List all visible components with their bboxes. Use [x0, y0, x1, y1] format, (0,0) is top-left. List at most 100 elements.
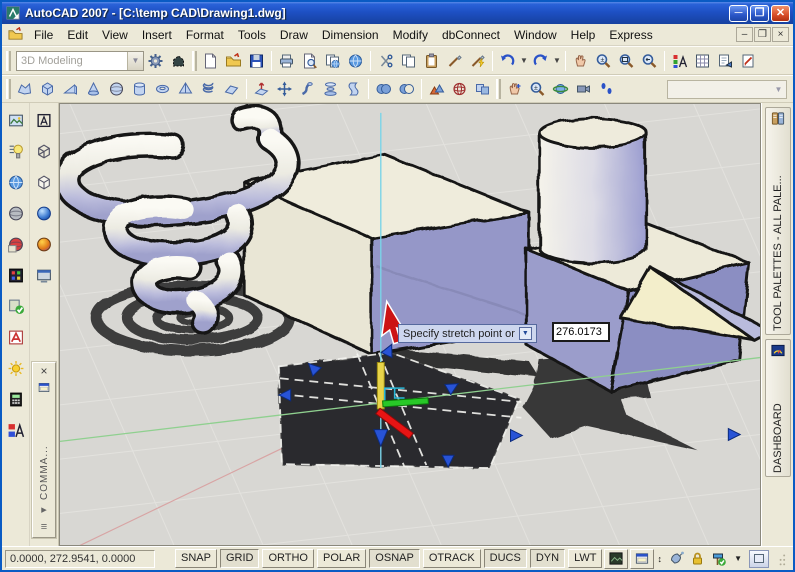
zoom-window-button[interactable] — [615, 50, 638, 72]
plot-button[interactable] — [275, 50, 298, 72]
cut-button[interactable] — [374, 50, 397, 72]
union-button[interactable] — [372, 78, 395, 100]
zoom-realtime-button[interactable]: ± — [592, 50, 615, 72]
workspace-settings-button[interactable] — [144, 50, 167, 72]
qnew-button[interactable] — [199, 50, 222, 72]
lwt-toggle[interactable]: LWT — [568, 549, 602, 568]
torus-button[interactable] — [151, 78, 174, 100]
sheet-set-manager-button[interactable] — [714, 50, 737, 72]
otrack-toggle[interactable]: OTRACK — [423, 549, 481, 568]
menu-file[interactable]: File — [27, 26, 60, 44]
clean-screen-button[interactable] — [749, 550, 769, 568]
materials-button[interactable] — [4, 200, 28, 227]
subtract-button[interactable] — [395, 78, 418, 100]
3d-mesh-button[interactable] — [448, 78, 471, 100]
menu-edit[interactable]: Edit — [60, 26, 95, 44]
menu-dbconnect[interactable]: dbConnect — [435, 26, 507, 44]
visualstyle-3dwireframe-button[interactable] — [32, 138, 56, 165]
wedge-button[interactable] — [59, 78, 82, 100]
polysolid-button[interactable] — [13, 78, 36, 100]
visualstyle-realistic-button[interactable] — [32, 231, 56, 258]
menu-express[interactable]: Express — [602, 26, 659, 44]
redo-dropdown[interactable]: ▼ — [552, 50, 562, 72]
constrained-orbit-button[interactable] — [549, 78, 572, 100]
osnap-toggle[interactable]: OSNAP — [369, 549, 420, 568]
extrude-button[interactable] — [250, 78, 273, 100]
status-updown-icon[interactable]: ↕ — [657, 554, 662, 564]
dyn-toggle[interactable]: DYN — [530, 549, 565, 568]
views-dropdown[interactable]: ▼ — [667, 80, 787, 99]
3d-align-button[interactable] — [425, 78, 448, 100]
toolbar-grip[interactable] — [496, 79, 501, 99]
tool-palettes-button[interactable] — [691, 50, 714, 72]
auto-hide-icon[interactable]: ▸ — [41, 504, 47, 517]
paste-button[interactable] — [420, 50, 443, 72]
markup-set-manager-button[interactable] — [737, 50, 760, 72]
planar-surface-button[interactable] — [220, 78, 243, 100]
swivel-button[interactable] — [572, 78, 595, 100]
walk-button[interactable] — [595, 78, 618, 100]
coordinates-readout[interactable]: 0.0000, 272.9541, 0.0000 — [5, 550, 155, 568]
maximize-button[interactable]: ❐ — [750, 5, 769, 22]
open-button[interactable] — [222, 50, 245, 72]
undo-dropdown[interactable]: ▼ — [519, 50, 529, 72]
3d-move-button[interactable] — [273, 78, 296, 100]
autocad-block-button[interactable] — [4, 324, 28, 351]
geographic-location-button[interactable] — [4, 169, 28, 196]
menu-help[interactable]: Help — [564, 26, 603, 44]
doc-restore-button[interactable]: ❐ — [754, 27, 771, 42]
helix-button[interactable] — [197, 78, 220, 100]
render-window-button[interactable] — [4, 293, 28, 320]
menu-tools[interactable]: Tools — [231, 26, 273, 44]
render-button[interactable] — [4, 107, 28, 134]
snap-toggle[interactable]: SNAP — [175, 549, 217, 568]
toolbar-grip[interactable] — [6, 51, 11, 71]
down-arrow-icon[interactable]: ▼ — [519, 327, 532, 340]
toolbar-lock-icon[interactable] — [689, 551, 706, 567]
polar-toggle[interactable]: POLAR — [317, 549, 366, 568]
model-space-button[interactable] — [604, 549, 628, 569]
ortho-toggle[interactable]: ORTHO — [262, 549, 314, 568]
plot-preview-button[interactable] — [298, 50, 321, 72]
planar-mapping-button[interactable] — [4, 231, 28, 258]
command-line-palette[interactable]: × COMMA... ▸ ≡ — [32, 362, 56, 538]
text-style-button[interactable] — [4, 417, 28, 444]
grid-toggle[interactable]: GRID — [220, 549, 260, 568]
pan-realtime-button[interactable] — [569, 50, 592, 72]
3d-pan-button[interactable] — [503, 78, 526, 100]
toolbar-grip[interactable] — [192, 51, 197, 71]
properties-button[interactable] — [668, 50, 691, 72]
tray-menu-arrow-icon[interactable]: ▼ — [734, 554, 742, 563]
advanced-render-settings-button[interactable] — [4, 386, 28, 413]
visualstyle-hidden-button[interactable] — [32, 169, 56, 196]
undo-button[interactable] — [496, 50, 519, 72]
menu-dimension[interactable]: Dimension — [315, 26, 386, 44]
model-geometry[interactable] — [67, 117, 760, 468]
chevron-down-icon[interactable]: ▼ — [127, 52, 143, 70]
doc-minimize-button[interactable]: – — [736, 27, 753, 42]
save-button[interactable] — [245, 50, 268, 72]
3d-zoom-button[interactable]: ± — [526, 78, 549, 100]
drawing-canvas[interactable]: Specify stretch point or ▼ — [59, 103, 761, 546]
menu-view[interactable]: View — [95, 26, 135, 44]
tool-palettes-tab[interactable]: TOOL PALETTES - ALL PALE... — [765, 107, 791, 335]
resize-grip[interactable] — [773, 551, 790, 567]
pyramid-button[interactable] — [174, 78, 197, 100]
visualstyle-conceptual-button[interactable] — [32, 200, 56, 227]
dyn-value-input[interactable] — [552, 322, 610, 342]
lights-button[interactable] — [4, 138, 28, 165]
cylinder-button[interactable] — [128, 78, 151, 100]
cylinder-solid[interactable] — [539, 118, 646, 263]
render-presets-button[interactable] — [4, 262, 28, 289]
workspace-dropdown[interactable]: 3D Modeling ▼ — [16, 51, 144, 71]
3d-dwf-button[interactable] — [344, 50, 367, 72]
close-button[interactable]: ✕ — [771, 5, 790, 22]
toolbar-grip[interactable] — [6, 79, 11, 99]
standards-check-icon[interactable] — [710, 551, 727, 567]
visualstyle-2dwireframe-button[interactable] — [32, 107, 56, 134]
visual-styles-manager-button[interactable] — [32, 262, 56, 289]
publish-button[interactable] — [321, 50, 344, 72]
sphere-button[interactable] — [105, 78, 128, 100]
menu-format[interactable]: Format — [179, 26, 231, 44]
ducs-toggle[interactable]: DUCS — [484, 549, 527, 568]
